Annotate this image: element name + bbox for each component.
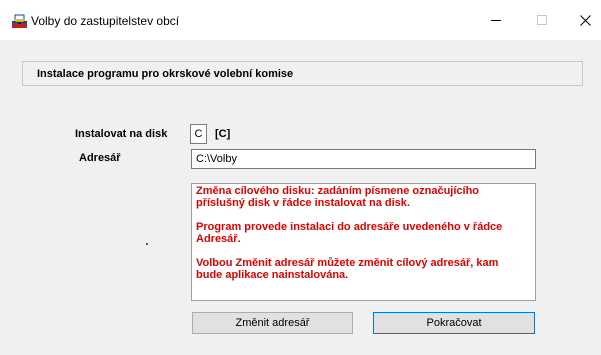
info-paragraph-disk: Změna cílového disku: zadáním písmene oz… bbox=[196, 185, 480, 209]
info-text-box: Změna cílového disku: zadáním písmene oz… bbox=[191, 183, 536, 301]
close-icon bbox=[579, 14, 591, 26]
section-title: Instalace programu pro okrskové volební … bbox=[37, 68, 294, 80]
focus-dot bbox=[146, 243, 148, 245]
title-bar: Volby do zastupitelstev obcí bbox=[0, 0, 601, 40]
info-paragraph-change: Volbou Změnit adresář můžete změnit cílo… bbox=[196, 257, 499, 281]
window-title: Volby do zastupitelstev obcí bbox=[31, 14, 180, 28]
minimize-icon bbox=[491, 20, 501, 21]
maximize-button[interactable] bbox=[527, 8, 557, 32]
drive-display: [C] bbox=[215, 128, 231, 140]
info-paragraph-directory: Program provede instalaci do adresáře uv… bbox=[196, 221, 503, 245]
directory-field[interactable]: C:\Volby bbox=[191, 149, 536, 169]
section-header: Instalace programu pro okrskové volební … bbox=[22, 61, 583, 86]
ballot-box-icon bbox=[12, 14, 27, 28]
install-disk-label: Instalovat na disk bbox=[75, 128, 168, 140]
minimize-button[interactable] bbox=[481, 8, 511, 32]
drive-letter-field[interactable]: C bbox=[190, 124, 207, 144]
maximize-icon bbox=[537, 15, 547, 25]
dialog-body: Instalace programu pro okrskové volební … bbox=[0, 40, 601, 355]
close-button[interactable] bbox=[570, 8, 600, 32]
change-directory-button[interactable]: Změnit adresář bbox=[192, 312, 353, 334]
directory-label: Adresář bbox=[79, 152, 121, 164]
continue-button[interactable]: Pokračovat bbox=[373, 312, 535, 334]
